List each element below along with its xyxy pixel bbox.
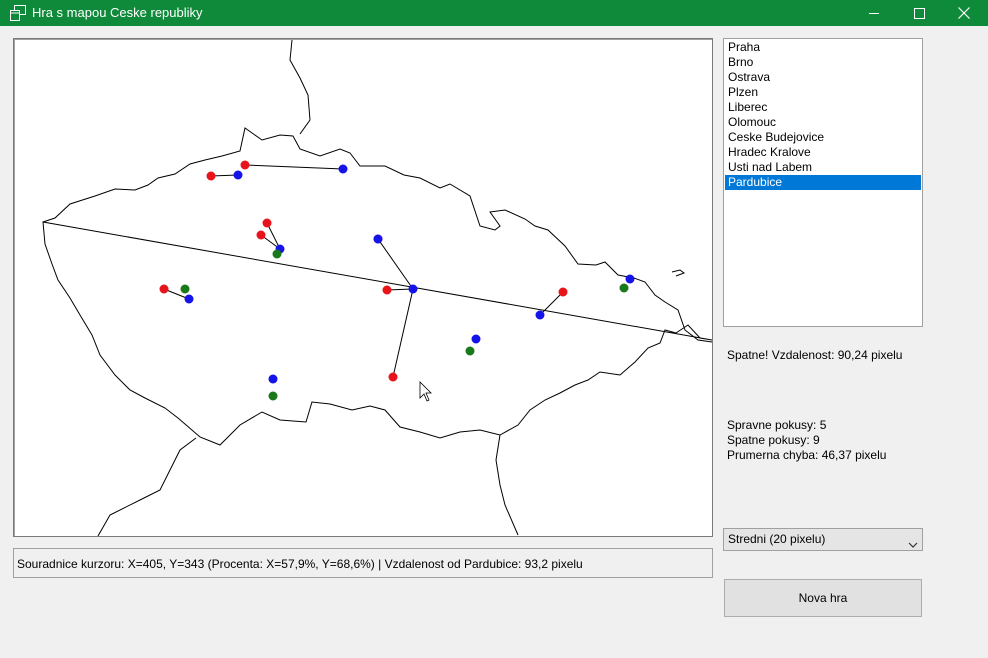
difficulty-value: Stredni (20 pixelu): [728, 532, 826, 546]
window-title: Hra s mapou Ceske republiky: [32, 5, 203, 20]
distance-line: [392, 288, 414, 378]
minimize-icon: [869, 8, 879, 18]
guess-marker-correct: [272, 249, 282, 259]
cursor-status-text: Souradnice kurzoru: X=405, Y=343 (Procen…: [17, 557, 583, 571]
app-window-icon: [10, 5, 26, 21]
border-line-south: [495, 434, 519, 536]
city-listbox[interactable]: Praha Brno Ostrava Plzen Liberec Olomouc Ceske…: [723, 38, 923, 327]
border-line-south-west: [97, 437, 197, 536]
distance-line: [244, 164, 344, 170]
guess-marker-correct: [180, 284, 190, 294]
list-item[interactable]: Olomouc: [725, 115, 921, 130]
list-item[interactable]: Pardubice: [725, 175, 921, 190]
maximize-icon: [913, 7, 925, 19]
border-line-north: [289, 39, 311, 135]
guess-marker-correct: [465, 346, 475, 356]
guess-marker-wrong: [159, 284, 169, 294]
guess-marker-correct: [619, 283, 629, 293]
list-item[interactable]: Hradec Kralove: [725, 145, 921, 160]
guess-marker-wrong: [206, 171, 216, 181]
average-error: Prumerna chyba: 46,37 pixelu: [727, 448, 887, 462]
wrong-attempts: Spatne pokusy: 9: [727, 433, 820, 447]
city-true-location-marker: [625, 274, 635, 284]
list-item[interactable]: Usti nad Labem: [725, 160, 921, 175]
city-true-location-marker: [408, 284, 418, 294]
distance-line: [377, 238, 414, 290]
guess-marker-wrong: [382, 285, 392, 295]
guess-marker-wrong: [240, 160, 250, 170]
correct-attempts: Spravne pokusy: 5: [727, 418, 827, 432]
guess-marker-wrong: [256, 230, 266, 240]
minimize-button[interactable]: [851, 0, 897, 26]
map-canvas[interactable]: [13, 38, 713, 537]
cursor-status-bar: Souradnice kurzoru: X=405, Y=343 (Procen…: [13, 548, 713, 578]
guess-marker-correct: [268, 391, 278, 401]
list-item[interactable]: Praha: [725, 40, 921, 55]
list-item[interactable]: Ceske Budejovice: [725, 130, 921, 145]
chevron-down-icon: [908, 535, 918, 556]
czech-border: [42, 127, 712, 446]
list-item[interactable]: Ostrava: [725, 70, 921, 85]
new-game-button[interactable]: Nova hra: [724, 579, 922, 617]
title-bar: Hra s mapou Ceske republiky: [0, 0, 988, 26]
result-message: Spatne! Vzdalenost: 90,24 pixelu: [727, 348, 903, 362]
list-item[interactable]: Plzen: [725, 85, 921, 100]
guess-marker-wrong: [558, 287, 568, 297]
close-icon: [958, 7, 970, 19]
city-true-location-marker: [268, 374, 278, 384]
mouse-cursor-icon: [419, 381, 432, 402]
city-true-location-marker: [373, 234, 383, 244]
close-button[interactable]: [941, 0, 987, 26]
city-true-location-marker: [233, 170, 243, 180]
czech-map[interactable]: [14, 39, 712, 536]
city-true-location-marker: [184, 294, 194, 304]
list-item[interactable]: Liberec: [725, 100, 921, 115]
city-true-location-marker: [338, 164, 348, 174]
city-true-location-marker: [471, 334, 481, 344]
guess-marker-wrong: [388, 372, 398, 382]
city-true-location-marker: [535, 310, 545, 320]
maximize-button[interactable]: [896, 0, 942, 26]
difficulty-select[interactable]: Stredni (20 pixelu): [723, 528, 923, 551]
guess-marker-wrong: [262, 218, 272, 228]
list-item[interactable]: Brno: [725, 55, 921, 70]
border-line-east: [671, 269, 686, 277]
